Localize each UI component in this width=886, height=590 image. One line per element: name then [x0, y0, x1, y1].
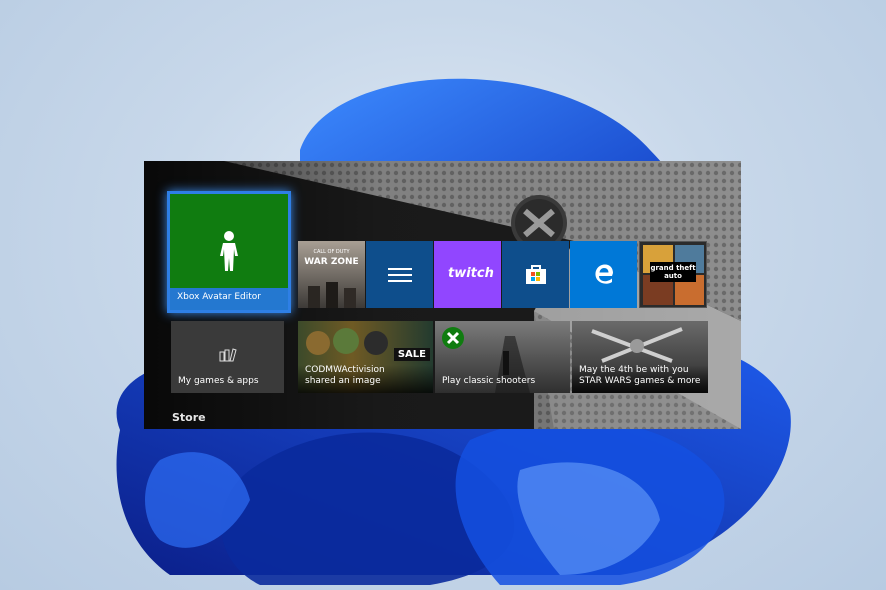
starfighter-art	[591, 327, 683, 363]
avatar-figure-icon	[220, 231, 238, 271]
tile-label: CODMWActivision shared an image	[305, 365, 385, 386]
tile-call-of-duty-warzone[interactable]: CALL OF DUTY WAR ZONE	[298, 241, 365, 308]
tile-xbox-avatar-editor[interactable]: Xbox Avatar Editor	[167, 191, 291, 313]
section-header-store: Store	[172, 411, 206, 424]
twitch-logo-text: twitch	[448, 266, 494, 281]
soldiers-art	[308, 282, 356, 308]
tile-label: Xbox Avatar Editor	[177, 292, 262, 302]
tile-my-games-and-apps[interactable]: My games & apps	[171, 321, 284, 393]
menu-lines-icon	[388, 268, 412, 282]
edge-icon	[595, 264, 613, 284]
gta-logo-text: grand theft auto	[650, 262, 696, 282]
xbox-dashboard-window: Xbox Avatar Editor CALL OF DUTY WAR ZONE…	[144, 161, 741, 429]
tile-label: My games & apps	[178, 376, 259, 386]
tile-star-wars-games[interactable]: May the 4th be with you STAR WARS games …	[572, 321, 708, 393]
tile-play-classic-shooters[interactable]: Play classic shooters	[435, 321, 570, 393]
tile-twitch[interactable]: twitch	[434, 241, 501, 308]
sale-badge: SALE	[393, 348, 430, 361]
store-bag-icon	[526, 265, 546, 284]
tile-label: Play classic shooters	[442, 376, 536, 386]
tile-label: May the 4th be with you STAR WARS games …	[579, 365, 701, 386]
tile-grand-theft-auto[interactable]: grand theft auto	[639, 241, 707, 308]
warzone-title-line2: WAR ZONE	[304, 257, 359, 267]
tile-codmw-shared-image[interactable]: SALE CODMWActivision shared an image	[298, 321, 433, 393]
tile-menu[interactable]	[366, 241, 433, 308]
warzone-title-line1: CALL OF DUTY	[313, 249, 350, 255]
games-apps-icon	[219, 348, 237, 362]
tile-microsoft-store[interactable]	[502, 241, 569, 308]
tile-microsoft-edge[interactable]	[570, 241, 637, 308]
